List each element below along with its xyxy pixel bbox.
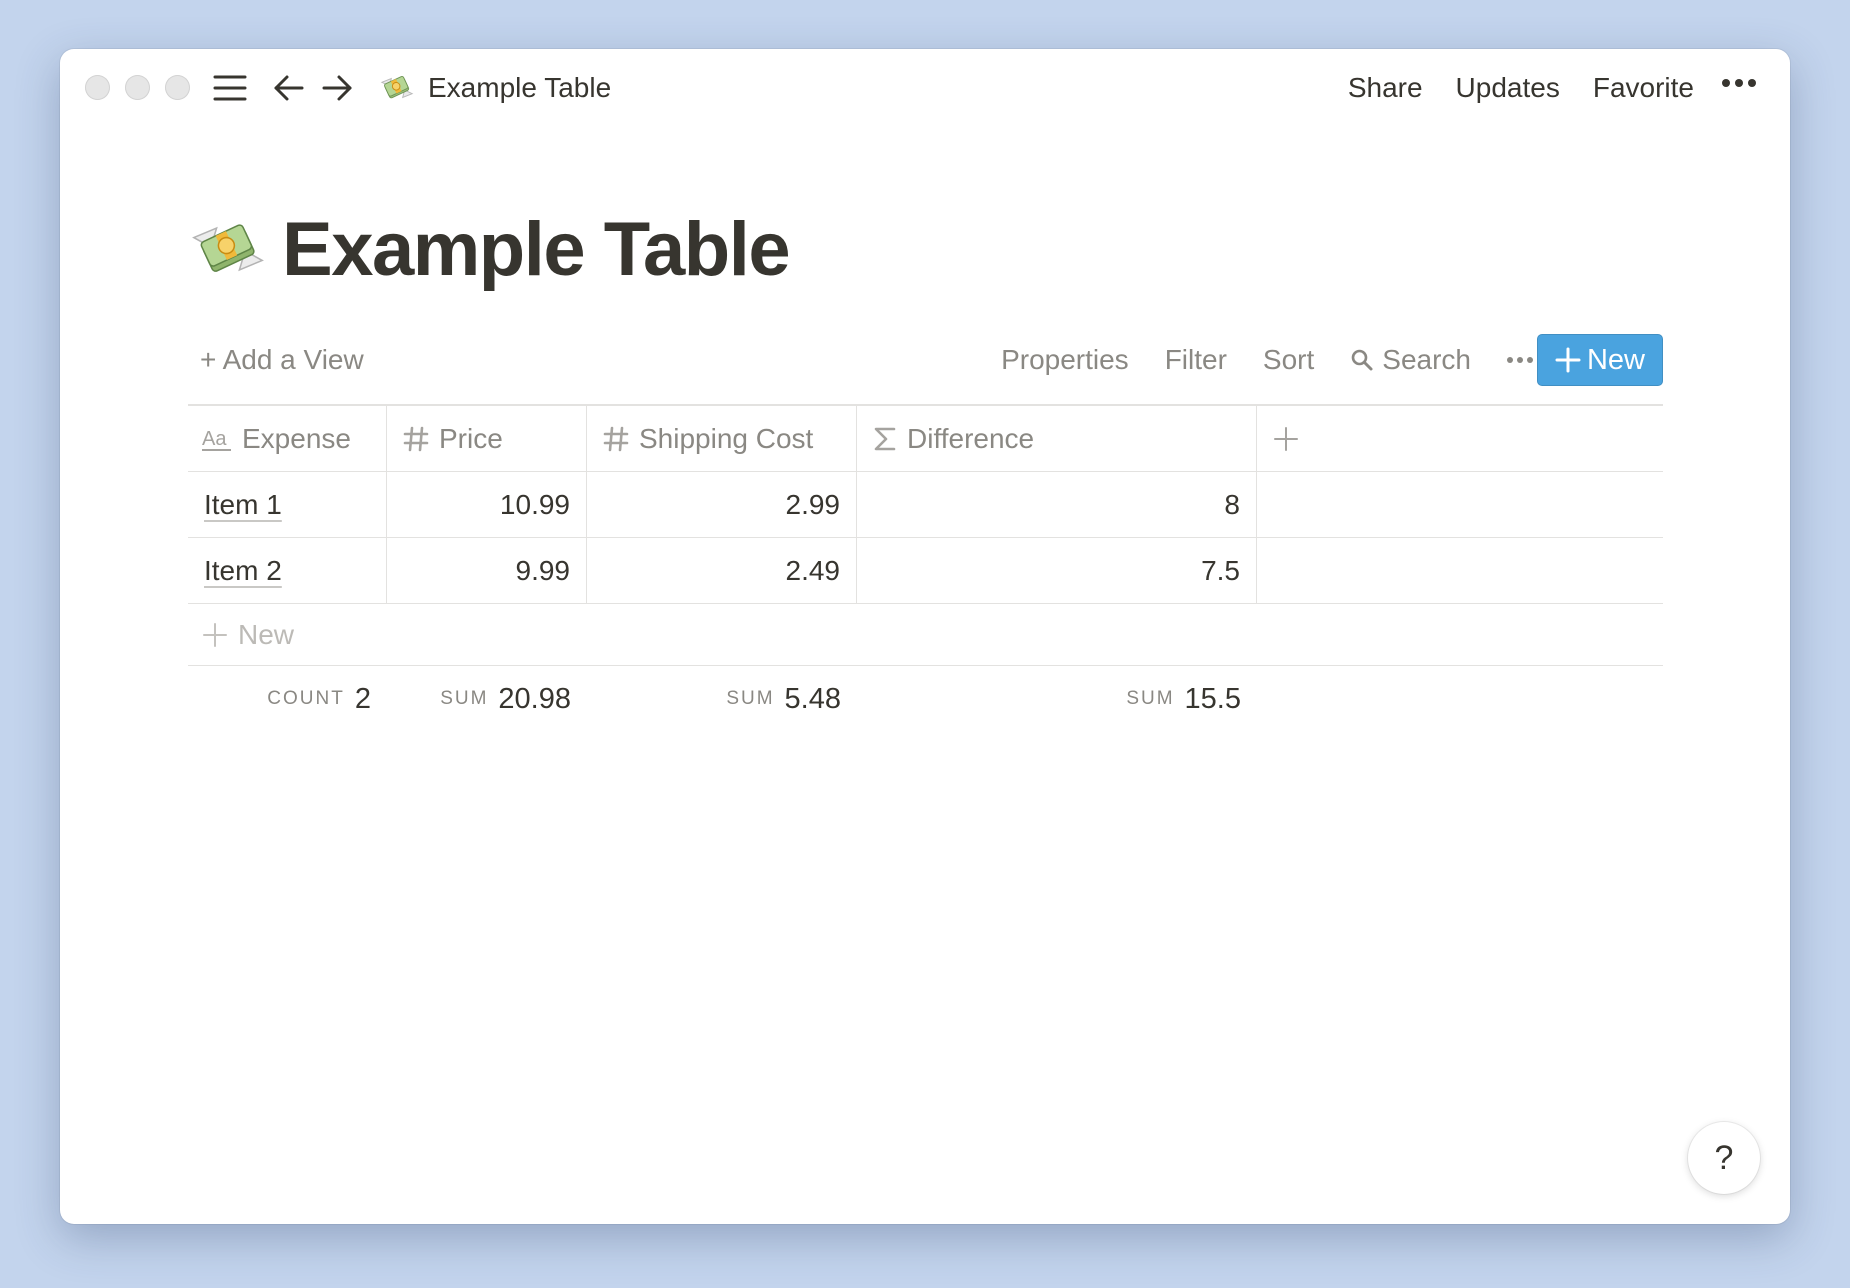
column-label: Expense [242,422,351,454]
column-label: Difference [907,422,1035,454]
price-cell[interactable]: 9.99 [387,538,587,603]
search-icon [1351,349,1373,371]
shipping-cost-cell[interactable]: 2.49 [587,538,857,603]
view-more-icon[interactable] [1507,357,1533,363]
search-button[interactable]: Search [1350,344,1471,376]
forward-arrow-icon[interactable] [320,69,354,107]
add-column-button[interactable] [1257,406,1663,471]
database-toolbar: + Add a View Properties Filter Sort Sear… [188,334,1663,386]
maximize-window-button[interactable] [165,75,190,100]
empty-cell [1257,472,1663,537]
money-with-wings-icon [380,75,414,99]
page-header: Example Table [190,199,791,299]
column-header-price[interactable]: Price [387,406,587,471]
page-title[interactable]: Example Table [282,206,791,293]
count-calculation[interactable]: COUNT 2 [188,666,387,732]
calc-label: SUM [726,688,775,709]
expense-cell[interactable]: Item 1 [188,472,387,537]
expense-cell[interactable]: Item 2 [188,538,387,603]
view-actions: Properties Filter Sort Search [1001,334,1533,386]
price-cell[interactable]: 10.99 [387,472,587,537]
svg-text:Aa: Aa [202,428,227,450]
calc-label: SUM [440,688,489,709]
calculation-row: COUNT 2 SUM 20.98 SUM 5.48 SUM 15.5 [188,666,1663,732]
table-header-row: Aa Expense Price Shipping Cost Differenc… [188,404,1663,472]
add-row-label: New [238,618,295,650]
favorite-button[interactable]: Favorite [1593,72,1694,104]
money-with-wings-icon[interactable] [190,211,266,287]
difference-cell[interactable]: 7.5 [857,538,1257,603]
price-sum-calculation[interactable]: SUM 20.98 [387,666,587,732]
calc-label: SUM [1126,688,1175,709]
search-label: Search [1382,344,1471,375]
column-label: Shipping Cost [639,422,814,454]
text-aa-icon: Aa [202,428,231,451]
new-button-label: New [1586,343,1645,376]
filter-button[interactable]: Filter [1165,344,1227,376]
difference-sum-calculation[interactable]: SUM 15.5 [857,666,1257,732]
breadcrumb[interactable]: Example Table [378,67,611,109]
minimize-window-button[interactable] [125,75,150,100]
share-button[interactable]: Share [1348,72,1423,104]
hash-icon [603,426,629,451]
add-view-button[interactable]: + Add a View [200,334,364,386]
back-arrow-icon[interactable] [272,69,306,107]
more-options-icon[interactable] [1722,79,1756,87]
shipping-sum-calculation[interactable]: SUM 5.48 [587,666,857,732]
new-record-button[interactable]: New [1537,334,1663,386]
table-row[interactable]: Item 2 9.99 2.49 7.5 [188,538,1663,604]
column-header-shipping-cost[interactable]: Shipping Cost [587,406,857,471]
sidebar-menu-icon[interactable] [210,69,250,107]
expense-table: Aa Expense Price Shipping Cost Differenc… [188,404,1663,732]
item-name[interactable]: Item 1 [204,489,282,521]
help-button[interactable]: ? [1688,1122,1760,1194]
item-name[interactable]: Item 2 [204,555,282,587]
column-label: Price [439,422,503,454]
calc-value: 20.98 [498,682,571,715]
table-row[interactable]: Item 1 10.99 2.99 8 [188,472,1663,538]
close-window-button[interactable] [85,75,110,100]
plus-icon [203,622,227,647]
breadcrumb-title[interactable]: Example Table [428,72,611,104]
sigma-icon [874,427,896,450]
hash-icon [403,426,429,451]
calc-value: 15.5 [1184,682,1241,715]
sort-button[interactable]: Sort [1263,344,1314,376]
title-bar: Example Table Share Updates Favorite [60,49,1790,129]
empty-cell [1257,538,1663,603]
properties-button[interactable]: Properties [1001,344,1129,376]
difference-cell[interactable]: 8 [857,472,1257,537]
column-header-difference[interactable]: Difference [857,406,1257,471]
calc-value: 2 [354,682,371,715]
app-window: Example Table Share Updates Favorite Exa… [60,49,1790,1224]
calc-value: 5.48 [784,682,841,715]
add-row-button[interactable]: New [188,604,1663,666]
column-header-expense[interactable]: Aa Expense [188,406,387,471]
plus-icon [1555,347,1581,373]
shipping-cost-cell[interactable]: 2.99 [587,472,857,537]
updates-button[interactable]: Updates [1456,72,1560,104]
calc-label: COUNT [267,688,345,709]
top-actions: Share Updates Favorite [1348,67,1694,109]
plus-icon [1274,426,1298,451]
